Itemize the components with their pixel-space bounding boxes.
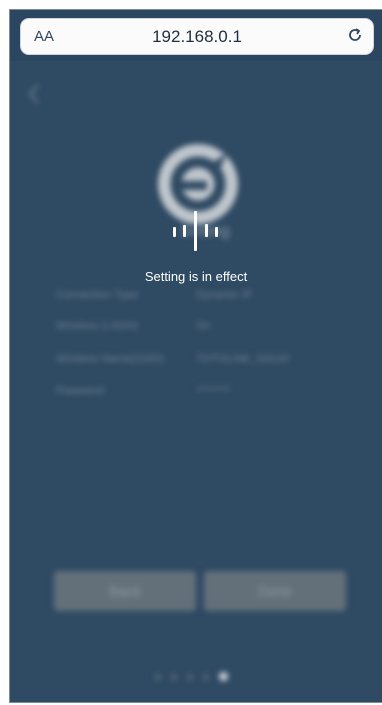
info-value: On (196, 320, 211, 332)
info-label: Wireless Name(SSID) (56, 353, 164, 365)
waveform-loading-icon (171, 209, 227, 253)
reload-icon[interactable] (346, 26, 364, 44)
done-button-label: Done (258, 583, 292, 599)
phone-frame: AA 192.168.0.1 Setting Connection Type (9, 9, 382, 703)
info-row: Connection Type Dynamic IP (56, 289, 346, 311)
url-text[interactable]: 192.168.0.1 (21, 27, 373, 47)
back-button-label: Back (109, 583, 141, 599)
info-value: ******** (196, 385, 231, 397)
pagination-dot (187, 674, 193, 680)
pagination-dot (203, 674, 209, 680)
status-message: Setting is in effect (144, 269, 248, 284)
info-label: Wireless 2.4GHz (56, 320, 139, 332)
pagination-dot (171, 674, 177, 680)
chevron-left-icon[interactable] (28, 83, 40, 105)
pagination-dot (155, 674, 161, 680)
pagination-dots (155, 672, 245, 682)
info-row: Wireless 2.4GHz On (56, 320, 346, 342)
browser-address-bar: AA 192.168.0.1 (10, 10, 382, 61)
pagination-dot-active (219, 672, 228, 681)
info-value: Dynamic IP (196, 289, 253, 301)
info-value: TOTOLINK_N3100 (196, 353, 290, 365)
info-row: Password ******** (56, 385, 346, 407)
url-field-container[interactable]: AA 192.168.0.1 (20, 18, 374, 55)
back-button[interactable]: Back (54, 571, 196, 611)
info-label: Password (56, 385, 105, 397)
info-label: Connection Type (56, 289, 139, 301)
router-setup-screen: Setting Connection Type Dynamic IP Wirel… (10, 61, 382, 702)
done-button[interactable]: Done (204, 571, 346, 611)
info-row: Wireless Name(SSID) TOTOLINK_N3100 (56, 353, 346, 375)
